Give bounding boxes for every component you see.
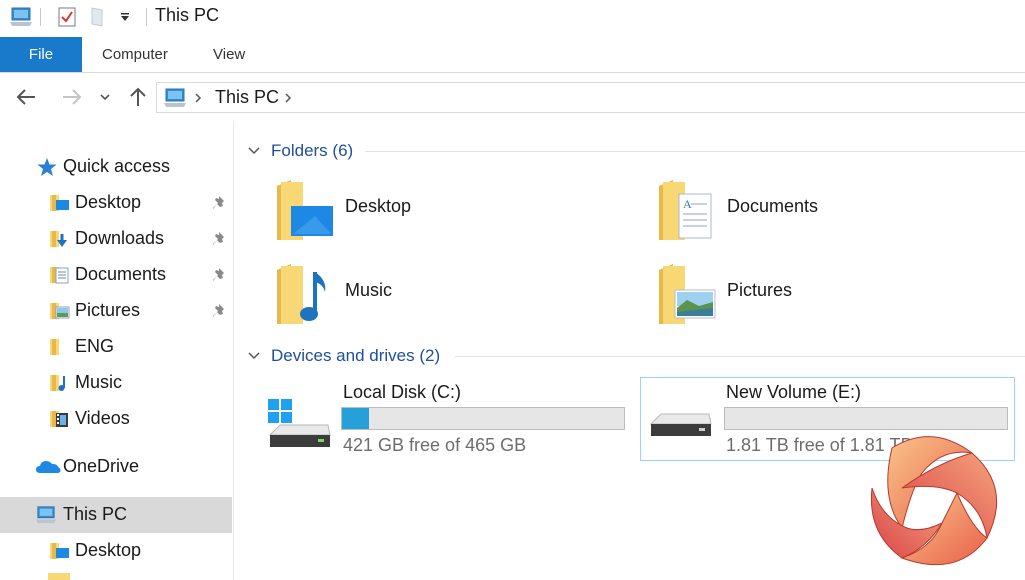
computer-icon (36, 506, 56, 524)
pictures-folder-icon (659, 264, 716, 324)
navigation-bar: This PC (0, 73, 1025, 121)
sidebar-item-music[interactable]: Music (0, 365, 232, 401)
folder-label: Pictures (727, 280, 793, 300)
sidebar-item-label: Videos (75, 408, 130, 428)
drives-group-title: Devices and drives (2) (271, 346, 441, 365)
folder-icon (48, 573, 70, 580)
folder-tile-desktop[interactable]: Desktop (275, 178, 575, 250)
sidebar-item-label: Documents (75, 264, 167, 284)
folder-tile-pictures[interactable]: Pictures (657, 262, 957, 334)
music-folder-icon (277, 264, 326, 324)
music-folder-icon (50, 375, 65, 391)
folder-tile-documents[interactable]: A Documents (657, 178, 957, 250)
drive-usage-bar (341, 407, 625, 430)
chevron-down-icon (100, 94, 110, 101)
drive-free-space: 421 GB free of 465 GB (343, 435, 527, 455)
sidebar-item-label: Desktop (75, 540, 142, 560)
recent-locations-button[interactable] (93, 83, 117, 111)
chevron-down-icon (248, 352, 260, 360)
sidebar-item-onedrive[interactable]: OneDrive (0, 449, 232, 485)
sidebar-item-this-pc[interactable]: This PC (0, 497, 232, 533)
up-arrow-icon (130, 87, 146, 106)
folder-label: Music (345, 280, 393, 300)
sidebar-item-eng[interactable]: ENG (0, 329, 232, 365)
desktop-folder-icon (277, 180, 333, 240)
sidebar-item-downloads[interactable]: Downloads (0, 221, 232, 257)
drive-tile-c[interactable]: Local Disk (C:) 421 GB free of 465 GB (238, 377, 625, 463)
sidebar-item-label: Pictures (75, 300, 141, 320)
sidebar-item-label: ENG (75, 336, 115, 356)
drive-usage-bar (724, 407, 1008, 430)
tab-view[interactable]: View (213, 37, 245, 72)
sidebar-item-label: Music (75, 372, 123, 392)
folders-group-header[interactable]: Folders (6) (247, 139, 353, 163)
breadcrumb-this-pc[interactable]: This PC (215, 87, 279, 108)
desktop-folder-icon (50, 195, 69, 211)
back-arrow-icon (16, 89, 35, 105)
sidebar-item-pictures[interactable]: Pictures (0, 293, 232, 329)
chevron-right-icon (195, 93, 202, 103)
chevron-right-icon (285, 93, 292, 103)
folder-icon (50, 339, 59, 355)
drive-name: Local Disk (C:) (343, 382, 462, 402)
forward-arrow-icon (63, 89, 82, 105)
folder-label: Documents (727, 196, 819, 216)
sidebar-item-desktop-pc[interactable]: Desktop (0, 533, 232, 569)
chevron-down-icon (248, 147, 260, 155)
folder-label: Desktop (345, 196, 412, 216)
sidebar-item-desktop[interactable]: Desktop (0, 185, 232, 221)
tab-file[interactable]: File (0, 37, 82, 72)
sidebar-item-label: Quick access (63, 156, 171, 176)
drive-name: New Volume (E:) (726, 382, 862, 402)
sidebar-item-videos[interactable]: Videos (0, 401, 232, 437)
toolbar-separator (40, 8, 41, 26)
group-divider (365, 151, 1025, 152)
star-icon (37, 158, 57, 176)
folder-tile-music[interactable]: Music (275, 262, 575, 334)
windows-drive-icon (268, 399, 331, 447)
new-folder-icon[interactable] (86, 4, 108, 30)
up-button[interactable] (124, 83, 152, 111)
back-button[interactable] (12, 83, 40, 111)
pictures-folder-icon (50, 303, 70, 319)
desktop-folder-icon (50, 543, 69, 559)
navigation-pane: Quick access Desktop Downloads Documents (0, 121, 234, 580)
documents-folder-icon (50, 267, 69, 284)
pin-icon (213, 196, 224, 209)
computer-icon (164, 88, 186, 107)
computer-icon[interactable] (6, 4, 36, 30)
title-bar: This PC (0, 0, 1025, 36)
sidebar-item-label: OneDrive (63, 456, 140, 476)
group-divider (455, 356, 1025, 357)
title-separator (146, 8, 147, 26)
pin-icon (213, 304, 224, 317)
svg-text:A: A (683, 197, 692, 211)
folders-group-title: Folders (6) (271, 141, 354, 160)
sidebar-item-quick-access[interactable]: Quick access (0, 149, 232, 185)
address-bar[interactable]: This PC (156, 82, 1025, 113)
downloads-folder-icon (50, 231, 67, 247)
documents-folder-icon: A (659, 180, 712, 240)
drive-icon (649, 413, 712, 436)
customize-dropdown-icon[interactable] (116, 4, 134, 30)
drives-group-header[interactable]: Devices and drives (2) (247, 344, 440, 368)
tab-computer[interactable]: Computer (102, 37, 168, 72)
sidebar-item-label: Downloads (75, 228, 165, 248)
pin-icon (213, 268, 224, 281)
window-title: This PC (155, 5, 220, 25)
sidebar-item-label: This PC (63, 504, 128, 524)
site-logo-watermark (870, 436, 998, 566)
sidebar-item-documents[interactable]: Documents (0, 257, 232, 293)
ribbon-tabs: File Computer View (0, 37, 1025, 73)
sidebar-item-label: Desktop (75, 192, 142, 212)
onedrive-icon (36, 461, 61, 473)
forward-button[interactable] (58, 83, 86, 111)
properties-icon[interactable] (54, 4, 80, 30)
videos-folder-icon (50, 411, 68, 427)
pin-icon (213, 232, 224, 245)
drive-usage-fill (342, 408, 369, 429)
